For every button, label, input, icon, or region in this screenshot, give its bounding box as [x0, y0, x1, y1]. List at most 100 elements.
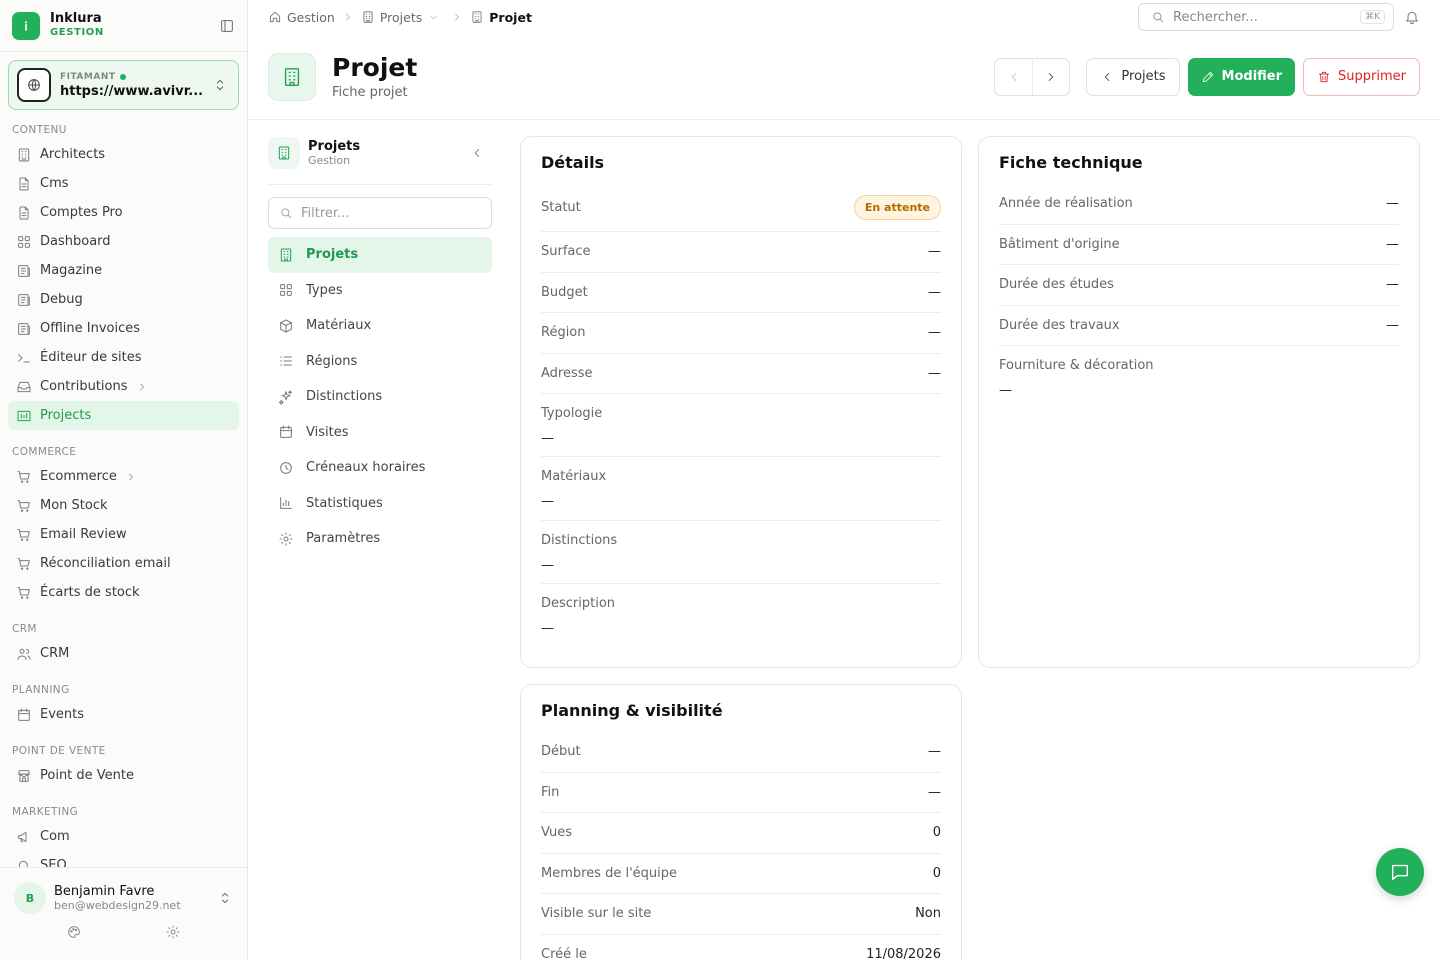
edit-button[interactable]: Modifier	[1187, 57, 1296, 96]
bell-icon[interactable]	[1404, 9, 1420, 25]
clock-icon	[278, 460, 294, 476]
nav-section-title: CONTENU	[12, 124, 67, 136]
grid-icon	[278, 282, 294, 298]
status-row: Statut En attente	[541, 184, 941, 232]
subnav-subtitle: Gestion	[308, 154, 351, 167]
breadcrumb-home[interactable]: Gestion	[268, 10, 335, 25]
sidebar-item-reconciliation-email[interactable]: Réconciliation email	[8, 549, 239, 578]
sidebar-item-label: Comptes Pro	[40, 205, 123, 220]
user-name: Benjamin Favre	[54, 884, 155, 899]
sidebar-item-seo[interactable]: SEO	[8, 851, 239, 868]
sidebar-item-projects[interactable]: Projects	[8, 401, 239, 430]
sidebar-item-label: Ecommerce	[40, 469, 117, 484]
calendar-icon	[16, 707, 32, 723]
back-to-projects-button[interactable]: Projets	[1086, 57, 1180, 96]
gear-icon[interactable]	[165, 924, 181, 940]
filter-input[interactable]: Filtrer...	[268, 197, 492, 229]
subnav-item-types[interactable]: Types	[268, 273, 492, 309]
subnav-item-label: Projets	[306, 247, 359, 263]
sidebar: Inklura GESTION FITAMANT https://www.avi…	[0, 0, 248, 960]
building-icon	[361, 10, 375, 24]
field-label: Région	[541, 325, 586, 341]
sidebar-item-com[interactable]: Com	[8, 822, 239, 851]
field-label: Adresse	[541, 365, 593, 381]
chevron-right-icon	[451, 11, 463, 23]
sidebar-item-label: Debug	[40, 292, 83, 307]
grid-icon	[16, 234, 32, 250]
nav-section-title: COMMERCE	[12, 446, 77, 458]
terminal-icon	[16, 350, 32, 366]
subnav-item-label: Régions	[306, 353, 358, 369]
field-value: —	[928, 365, 941, 381]
building-icon	[470, 10, 484, 24]
sidebar-item-events[interactable]: Events	[8, 700, 239, 729]
newspaper-icon	[16, 263, 32, 279]
sidebar-item-magazine[interactable]: Magazine	[8, 256, 239, 285]
subnav-item-parametres[interactable]: Paramètres	[268, 521, 492, 557]
technical-title: Fiche technique	[999, 153, 1143, 172]
sidebar-item-dashboard[interactable]: Dashboard	[8, 227, 239, 256]
detail-row-distinctions: Distinctions —	[541, 521, 941, 584]
brand-logo-icon[interactable]	[12, 11, 40, 40]
subnav-item-visites[interactable]: Visites	[268, 415, 492, 451]
user-menu[interactable]: B Benjamin Favre ben@webdesign29.net	[0, 868, 247, 914]
users-icon	[16, 646, 32, 662]
site-switcher[interactable]: FITAMANT https://www.avivr...	[8, 60, 239, 110]
field-value: —	[928, 244, 941, 260]
detail-row-adresse: Adresse —	[541, 354, 941, 394]
sidebar-item-ecarts-de-stock[interactable]: Écarts de stock	[8, 578, 239, 607]
sidebar-item-contributions[interactable]: Contributions	[8, 372, 239, 401]
sidebar-item-label: Com	[40, 829, 70, 844]
field-value: —	[928, 325, 941, 341]
planning-card: Planning & visibilité Début — Fin — Vues 0 Mem…	[520, 684, 962, 960]
breadcrumb-current-label: Projet	[489, 9, 532, 25]
palette-icon[interactable]	[66, 924, 82, 940]
pencil-icon	[1201, 70, 1215, 84]
next-record-button[interactable]	[1032, 58, 1069, 95]
sidebar-item-point-de-vente[interactable]: Point de Vente	[8, 761, 239, 790]
sidebar-item-ecommerce[interactable]: Ecommerce	[8, 462, 239, 491]
delete-button[interactable]: Supprimer	[1303, 57, 1420, 96]
subnav-item-creneaux-horaires[interactable]: Créneaux horaires	[268, 450, 492, 486]
detail-row-materiaux: Matériaux —	[541, 457, 941, 521]
home-icon	[268, 10, 282, 24]
sidebar-item-email-review[interactable]: Email Review	[8, 520, 239, 549]
subnav-item-regions[interactable]: Régions	[268, 344, 492, 380]
sidebar-item-debug[interactable]: Debug	[8, 285, 239, 314]
sidebar-item-label: Réconciliation email	[40, 556, 171, 571]
search-input[interactable]: Rechercher... ⌘K	[1138, 3, 1394, 31]
subnav-item-distinctions[interactable]: Distinctions	[268, 379, 492, 415]
chat-button[interactable]	[1376, 848, 1424, 896]
field-value: —	[928, 744, 941, 760]
cart-icon	[16, 585, 32, 601]
map-icon	[16, 408, 32, 424]
field-value: —	[1386, 236, 1399, 252]
tech-row-duree-des-travaux: Durée des travaux —	[999, 306, 1399, 346]
field-value: 0	[932, 825, 941, 841]
sidebar-item-editeur-de-sites[interactable]: Éditeur de sites	[8, 343, 239, 372]
subnav-item-statistiques[interactable]: Statistiques	[268, 486, 492, 522]
sidebar-item-label: Offline Invoices	[40, 321, 141, 336]
search-icon	[279, 206, 293, 220]
sidebar-item-architects[interactable]: Architects	[8, 140, 239, 169]
breadcrumb-section[interactable]: Projets	[361, 10, 444, 25]
sidebar-item-comptes-pro[interactable]: Comptes Pro	[8, 198, 239, 227]
previous-record-button[interactable]	[995, 59, 1032, 95]
search-shortcut: ⌘K	[1360, 10, 1385, 24]
sidebar-item-cms[interactable]: Cms	[8, 169, 239, 198]
newspaper-icon	[16, 321, 32, 337]
sidebar-item-crm[interactable]: CRM	[8, 639, 239, 668]
edit-button-label: Modifier	[1221, 69, 1283, 84]
subnav-item-materiaux[interactable]: Matériaux	[268, 308, 492, 344]
subnav-item-projets[interactable]: Projets	[268, 237, 492, 273]
sidebar-item-offline-invoices[interactable]: Offline Invoices	[8, 314, 239, 343]
sidebar-item-label: Mon Stock	[40, 498, 108, 513]
field-label: Distinctions	[541, 532, 618, 548]
collapse-subnav-icon[interactable]	[470, 146, 484, 160]
sidebar-item-label: Magazine	[40, 263, 103, 278]
collapse-sidebar-icon[interactable]	[219, 18, 235, 34]
site-label: FITAMANT	[60, 71, 116, 82]
sidebar-item-label: Dashboard	[40, 234, 111, 249]
fourniture-decoration-row: Fourniture & décoration —	[999, 346, 1399, 398]
sidebar-item-mon-stock[interactable]: Mon Stock	[8, 491, 239, 520]
